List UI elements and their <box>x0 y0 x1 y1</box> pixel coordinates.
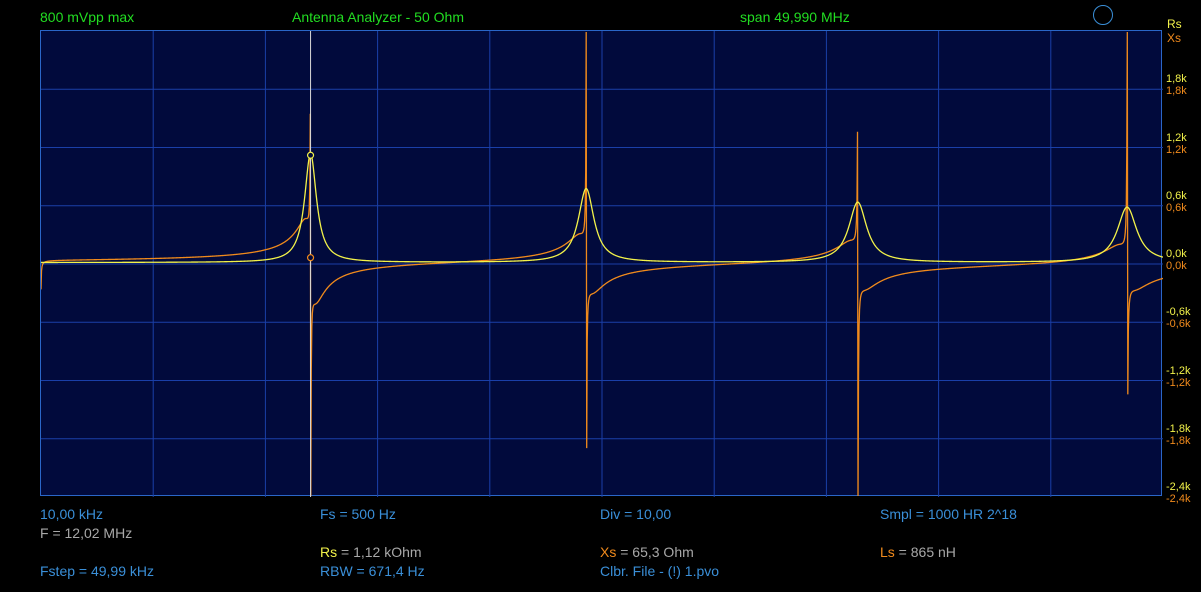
frequency-step: Fstep = 49,99 kHz <box>40 563 155 579</box>
amplitude-label: 800 mVpp max <box>40 9 135 25</box>
xs-readout-value: = 65,3 Ohm <box>616 544 694 560</box>
xs-readout: Xs = 65,3 Ohm <box>600 544 694 560</box>
sampling-label: Smpl = 1000 HR 2^18 <box>880 506 1017 522</box>
circle-icon[interactable] <box>1093 5 1113 25</box>
xs-tick-label: 1,2k <box>1166 143 1187 156</box>
calibration-file: Clbr. File - (!) 1.pvo <box>600 563 720 579</box>
sample-rate: Fs = 500 Hz <box>320 506 396 522</box>
xs-tick-label: 0,6k <box>1166 201 1187 214</box>
rs-tick-label: 0,0k <box>1166 248 1187 260</box>
rs-tick-label: -0,6k <box>1166 306 1191 319</box>
span-label: span 49,990 MHz <box>740 9 850 25</box>
start-frequency: 10,00 kHz <box>40 506 104 522</box>
xs-tick-label: -0,6k <box>1166 318 1191 331</box>
rs-readout: Rs = 1,12 kOhm <box>320 544 422 560</box>
rs-tick-label: -2,4k <box>1166 481 1191 493</box>
rs-axis-title: Rs <box>1167 17 1182 31</box>
ls-readout-name: Ls <box>880 544 895 560</box>
rs-tick-label: 1,2k <box>1166 131 1187 144</box>
cursor-marker-xs <box>306 254 315 262</box>
rs-tick-label: 1,8k <box>1166 73 1187 86</box>
xs-tick-label: 0,0k <box>1166 260 1187 272</box>
ls-readout-value: = 865 nH <box>894 544 956 560</box>
cursor-marker-rs <box>306 151 315 159</box>
plot-area[interactable] <box>40 30 1163 497</box>
rs-tick-label: -1,8k <box>1166 422 1191 435</box>
xs-tick-label: -1,2k <box>1166 376 1191 389</box>
ls-readout: Ls = 865 nH <box>880 544 956 560</box>
rs-tick-label: 0,6k <box>1166 189 1187 202</box>
chart-svg <box>41 31 1163 497</box>
cursor-frequency: F = 12,02 MHz <box>40 525 133 541</box>
rs-readout-name: Rs <box>320 544 338 560</box>
rs-readout-value: = 1,12 kOhm <box>337 544 422 560</box>
xs-tick-label: -1,8k <box>1166 434 1191 447</box>
xs-readout-name: Xs <box>600 544 617 560</box>
xs-axis-title: Xs <box>1167 31 1182 45</box>
rs-tick-label: -1,2k <box>1166 364 1191 377</box>
rbw-label: RBW = 671,4 Hz <box>320 563 425 579</box>
xs-tick-label: -2,4k <box>1166 493 1191 505</box>
division-label: Div = 10,00 <box>600 506 672 522</box>
xs-tick-label: 1,8k <box>1166 85 1187 98</box>
page-title: Antenna Analyzer - 50 Ohm <box>292 9 464 25</box>
